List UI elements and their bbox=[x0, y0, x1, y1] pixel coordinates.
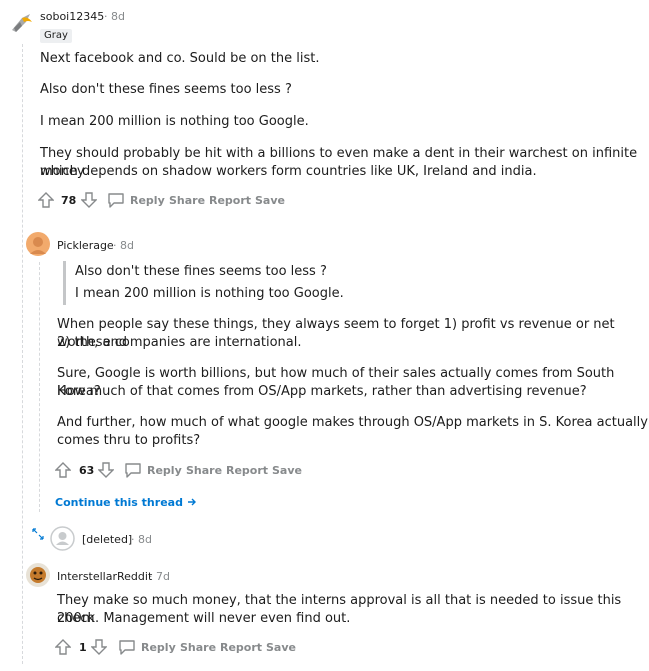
continue-thread-link[interactable]: Continue this thread bbox=[55, 496, 197, 509]
reply-icon[interactable] bbox=[124, 462, 142, 482]
timestamp[interactable]: 8d bbox=[120, 239, 134, 252]
reply-button[interactable]: Reply bbox=[147, 461, 182, 481]
downvote-icon[interactable] bbox=[91, 638, 107, 658]
blockquote: Also don't these fines seems too less ? … bbox=[63, 261, 344, 305]
comment-paragraph: check. Management will never even find o… bbox=[57, 611, 351, 626]
upvote-icon[interactable] bbox=[55, 461, 71, 481]
timestamp[interactable]: 7d bbox=[156, 570, 170, 583]
comment-paragraph: comes thru to profits? bbox=[57, 433, 201, 448]
reply-button[interactable]: Reply bbox=[130, 191, 165, 211]
arrow-right-icon bbox=[187, 497, 197, 507]
downvote-icon[interactable] bbox=[98, 461, 114, 481]
comment-paragraph: 2) these companies are international. bbox=[57, 335, 302, 350]
comment-actions: 63 Reply Share Report Save bbox=[55, 461, 315, 481]
username: [deleted] bbox=[82, 533, 133, 546]
timestamp[interactable]: 8d bbox=[111, 10, 125, 23]
comment-paragraph: which depends on shadow workers form cou… bbox=[40, 164, 537, 179]
username[interactable]: soboi12345 bbox=[40, 10, 104, 23]
save-button[interactable]: Save bbox=[255, 191, 285, 211]
downvote-icon[interactable] bbox=[81, 191, 97, 211]
share-button[interactable]: Share bbox=[180, 638, 216, 658]
reply-icon[interactable] bbox=[107, 192, 125, 212]
upvote-icon[interactable] bbox=[38, 191, 54, 211]
comment-paragraph: And further, how much of what google mak… bbox=[57, 415, 648, 430]
avatar[interactable] bbox=[26, 232, 50, 256]
share-button[interactable]: Share bbox=[186, 461, 222, 481]
vote-score: 63 bbox=[79, 464, 95, 477]
comment-paragraph: I mean 200 million is nothing too Google… bbox=[40, 114, 309, 129]
upvote-icon[interactable] bbox=[55, 638, 71, 658]
avatar[interactable] bbox=[8, 10, 34, 36]
separator: · bbox=[131, 533, 135, 546]
comment-paragraph: How much of that comes from OS/App marke… bbox=[57, 384, 587, 399]
avatar bbox=[50, 526, 75, 551]
thread-line[interactable] bbox=[22, 44, 23, 664]
reply-button[interactable]: Reply bbox=[141, 638, 176, 658]
save-button[interactable]: Save bbox=[272, 461, 302, 481]
comment-paragraph: Also don't these fines seems too less ? bbox=[40, 82, 292, 97]
quote-line: Also don't these fines seems too less ? bbox=[75, 264, 327, 279]
timestamp[interactable]: 8d bbox=[138, 533, 152, 546]
comment-actions: 1 Reply Share Report Save bbox=[55, 638, 315, 658]
expand-icon[interactable] bbox=[31, 527, 45, 541]
separator: · bbox=[104, 10, 108, 23]
vote-score: 78 bbox=[61, 194, 77, 207]
report-button[interactable]: Report bbox=[220, 638, 262, 658]
thread-line[interactable] bbox=[39, 262, 40, 512]
separator: · bbox=[113, 239, 117, 252]
comment-actions: 78 Reply Share Report Save bbox=[38, 191, 298, 211]
reply-icon[interactable] bbox=[118, 639, 136, 659]
comment-paragraph: Next facebook and co. Sould be on the li… bbox=[40, 51, 320, 66]
share-button[interactable]: Share bbox=[169, 191, 205, 211]
separator: · bbox=[149, 570, 153, 583]
user-flair: Gray bbox=[40, 29, 72, 43]
report-button[interactable]: Report bbox=[226, 461, 268, 481]
avatar[interactable] bbox=[26, 563, 50, 587]
report-button[interactable]: Report bbox=[209, 191, 251, 211]
username[interactable]: Picklerage bbox=[57, 239, 114, 252]
quote-line: I mean 200 million is nothing too Google… bbox=[75, 286, 344, 301]
save-button[interactable]: Save bbox=[266, 638, 296, 658]
continue-thread-label: Continue this thread bbox=[55, 496, 183, 509]
username[interactable]: InterstellarReddit bbox=[57, 570, 152, 583]
vote-score: 1 bbox=[79, 641, 87, 654]
